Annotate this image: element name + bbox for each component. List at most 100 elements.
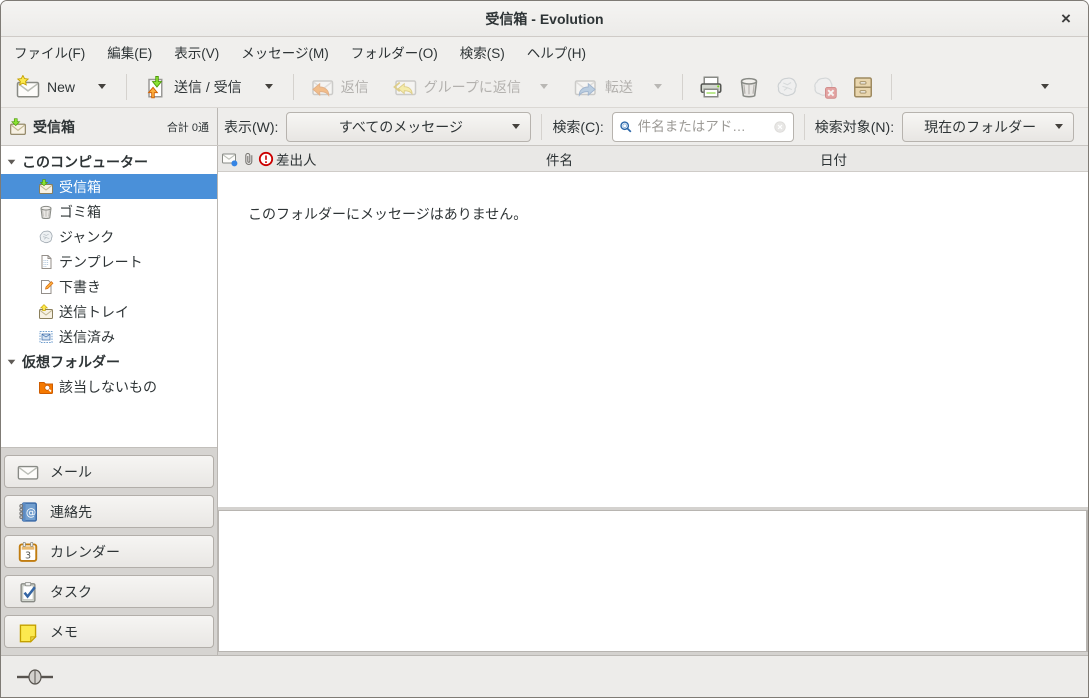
menu-folder[interactable]: フォルダー(O) [340,37,449,66]
sidebar-item-junk[interactable]: ジャンク [1,224,217,249]
column-subject[interactable]: 件名 [546,146,573,171]
message-status-icon[interactable] [222,146,238,171]
window-title: 受信箱 - Evolution [485,9,603,29]
message-list[interactable]: このフォルダーにメッセージはありません。 [218,172,1088,507]
view-filter-dropdown[interactable]: すべてのメッセージ [286,112,531,142]
expander-icon[interactable] [6,356,17,367]
folder-group-this-computer[interactable]: このコンピューター [1,149,217,174]
separator [541,114,542,140]
expander-icon[interactable] [6,156,17,167]
forward-button[interactable]: 転送 [567,70,673,104]
print-icon [699,75,723,99]
sent-icon [38,329,54,345]
view-search-controls: 表示(W): すべてのメッセージ 検索(C): 検索対象(N): 現在のフォルダ… [218,112,1088,142]
archive-icon [851,75,875,99]
online-status-button[interactable] [11,665,59,689]
toolbar-separator [682,74,683,100]
switcher-contacts-button[interactable]: @ 連絡先 [4,495,214,528]
search-scope-dropdown[interactable]: 現在のフォルダー [902,112,1074,142]
column-date[interactable]: 日付 [820,146,847,171]
sidebar-item-trash[interactable]: ゴミ箱 [1,199,217,224]
mail-icon [17,461,39,483]
message-area: 差出人 件名 日付 このフォルダーにメッセージはありません。 [218,146,1088,655]
close-button[interactable]: × [1054,7,1078,31]
evolution-window: 受信箱 - Evolution × ファイル(F) 編集(E) 表示(V) メッ… [0,0,1089,698]
toolbar-separator [293,74,294,100]
menu-help[interactable]: ヘルプ(H) [516,37,597,66]
toolbar-overflow-button[interactable] [1030,79,1060,94]
new-message-button[interactable]: New [9,70,117,104]
statusbar [1,655,1088,697]
trash-icon [38,204,54,220]
chevron-down-icon [512,124,520,129]
delete-button[interactable] [730,70,768,104]
send-receive-dropdown-arrow-icon[interactable] [265,84,273,89]
forward-dropdown-arrow-icon[interactable] [654,84,662,89]
folder-total-count: 合計 0通 [167,119,209,135]
toolbar: New 送信 / 受信 返信 グループに返信 転送 [1,66,1088,108]
switcher-tasks-button[interactable]: タスク [4,575,214,608]
menu-message[interactable]: メッセージ(M) [230,37,339,66]
mark-junk-button[interactable] [768,70,806,104]
toolbar-separator [891,74,892,100]
reply-icon [310,75,334,99]
chevron-down-icon [1055,124,1063,129]
empty-folder-message: このフォルダーにメッセージはありません。 [248,206,527,222]
attachment-icon[interactable] [241,146,257,171]
view-switcher: メール @ 連絡先 3 カレンダー タスク メモ [1,448,217,655]
search-box[interactable] [612,112,794,142]
menubar: ファイル(F) 編集(E) 表示(V) メッセージ(M) フォルダー(O) 検索… [1,37,1088,66]
tasks-icon [17,581,39,603]
close-icon: × [1061,9,1071,29]
main-content: このコンピューター 受信箱 ゴミ箱 ジャンク テンプレート [1,146,1088,655]
search-label: 検索(C): [552,117,603,137]
junk-icon [775,75,799,99]
group-reply-dropdown-arrow-icon[interactable] [540,84,548,89]
clear-search-icon[interactable] [773,120,787,134]
message-list-header: 差出人 件名 日付 [218,146,1088,172]
inbox-icon [38,179,54,195]
important-icon[interactable] [258,146,274,171]
reply-button[interactable]: 返信 [303,70,376,104]
online-status-icon [16,669,54,685]
sidebar-item-sent[interactable]: 送信済み [1,324,217,349]
new-dropdown-arrow-icon[interactable] [98,84,106,89]
titlebar: 受信箱 - Evolution × [1,1,1088,37]
preview-pane [218,510,1088,652]
sidebar-item-unmatched[interactable]: 該当しないもの [1,374,217,399]
search-folder-icon [38,379,54,395]
group-reply-button[interactable]: グループに返信 [386,70,559,104]
menu-search[interactable]: 検索(S) [449,37,516,66]
column-from[interactable]: 差出人 [276,146,317,171]
switcher-mail-button[interactable]: メール [4,455,214,488]
sidebar: このコンピューター 受信箱 ゴミ箱 ジャンク テンプレート [1,146,218,655]
group-reply-icon [393,75,417,99]
current-folder-header: 受信箱 合計 0通 [1,108,218,145]
print-button[interactable] [692,70,730,104]
delete-icon [737,75,761,99]
folder-group-search-folders[interactable]: 仮想フォルダー [1,349,217,374]
overflow-menu-icon [1041,84,1049,89]
contacts-icon: @ [17,501,39,523]
separator [804,114,805,140]
mark-not-junk-button[interactable] [806,70,844,104]
sidebar-item-inbox[interactable]: 受信箱 [1,174,217,199]
forward-icon [574,75,598,99]
menu-view[interactable]: 表示(V) [163,37,230,66]
current-folder-name: 受信箱 [33,117,75,137]
sidebar-item-templates[interactable]: テンプレート [1,249,217,274]
menu-edit[interactable]: 編集(E) [96,37,163,66]
draft-icon [38,279,54,295]
new-mail-icon [16,75,40,99]
folder-tree: このコンピューター 受信箱 ゴミ箱 ジャンク テンプレート [1,146,217,448]
sidebar-item-outbox[interactable]: 送信トレイ [1,299,217,324]
switcher-memos-button[interactable]: メモ [4,615,214,648]
send-receive-button[interactable]: 送信 / 受信 [136,70,284,104]
svg-text:3: 3 [25,550,31,561]
switcher-calendar-button[interactable]: 3 カレンダー [4,535,214,568]
calendar-icon: 3 [17,541,39,563]
sidebar-item-drafts[interactable]: 下書き [1,274,217,299]
search-input[interactable] [638,119,768,134]
archive-button[interactable] [844,70,882,104]
menu-file[interactable]: ファイル(F) [3,37,96,66]
